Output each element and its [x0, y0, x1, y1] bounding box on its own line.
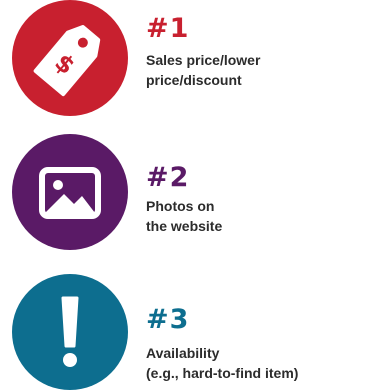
- exclamation-icon: [12, 274, 128, 390]
- description-line: (e.g., hard-to-find item): [146, 365, 299, 381]
- ranked-item: #2 Photos on the website: [0, 128, 391, 250]
- ranked-item: $ #1 Sales price/lower price/discount: [0, 0, 391, 120]
- rank-label: #2: [146, 162, 190, 193]
- description-line: price/discount: [146, 72, 242, 88]
- item-description: Photos on the website: [146, 196, 391, 236]
- description-line: the website: [146, 218, 223, 234]
- price-tag-icon: $: [12, 0, 128, 116]
- description-line: Availability: [146, 345, 220, 361]
- rank-label: #3: [146, 304, 190, 335]
- item-description: Sales price/lower price/discount: [146, 50, 391, 90]
- description-line: Sales price/lower: [146, 52, 261, 68]
- rank-label: #1: [146, 13, 190, 44]
- item-description: Availability (e.g., hard-to-find item): [146, 343, 391, 383]
- description-line: Photos on: [146, 198, 215, 214]
- image-icon: [12, 134, 128, 250]
- ranked-item: #3 Availability (e.g., hard-to-find item…: [0, 260, 391, 390]
